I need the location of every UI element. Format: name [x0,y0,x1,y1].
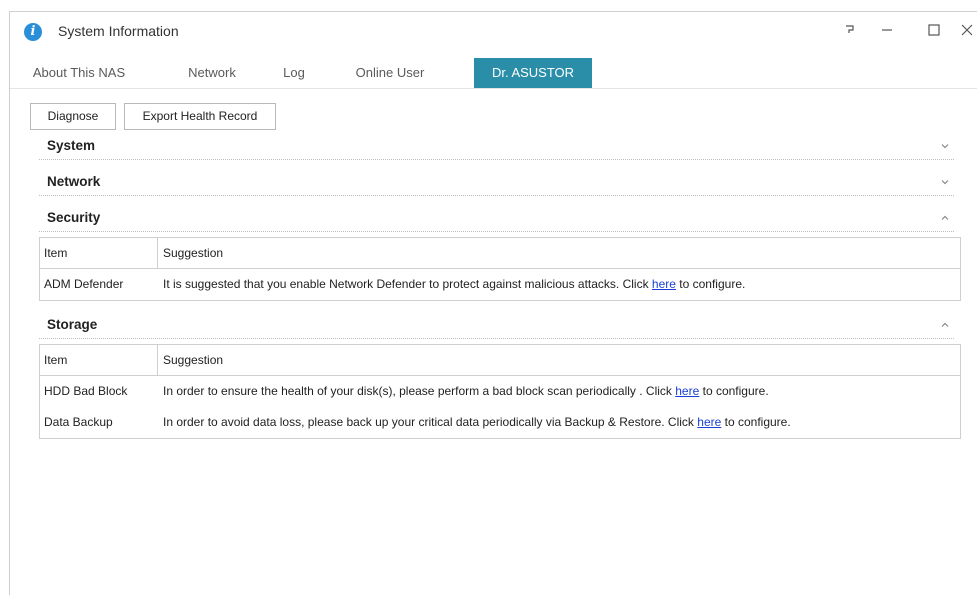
chevron-down-icon [941,144,949,149]
section-storage-header[interactable]: Storage [39,315,954,339]
tab-network[interactable]: Network [174,58,250,88]
table-row: Data Backup In order to avoid data loss,… [40,407,960,438]
table-header-row: Item Suggestion [40,238,960,269]
tab-bar: About This NAS Network Log Online User D… [10,58,977,88]
row-suggestion: It is suggested that you enable Network … [158,269,960,300]
tab-online-user[interactable]: Online User [347,58,433,88]
suggestion-text-end: to configure. [699,384,769,398]
column-header-item: Item [40,345,158,375]
section-network-header[interactable]: Network [39,172,954,196]
tab-divider [10,88,977,89]
table-header-row: Item Suggestion [40,345,960,376]
section-title: System [47,138,96,153]
close-icon[interactable] [954,18,977,42]
section-security-header[interactable]: Security [39,208,954,232]
minimize-icon[interactable] [874,18,900,42]
configure-link[interactable]: here [675,384,699,398]
chevron-up-icon [941,322,949,327]
row-suggestion: In order to avoid data loss, please back… [158,407,960,438]
chevron-down-icon [941,180,949,185]
tab-dr-asustor[interactable]: Dr. ASUSTOR [474,58,592,88]
section-title: Storage [47,317,98,332]
row-item: ADM Defender [44,277,124,291]
suggestion-text: It is suggested that you enable Network … [163,277,652,291]
row-suggestion: In order to ensure the health of your di… [158,376,960,407]
table-row: ADM Defender It is suggested that you en… [40,269,960,300]
column-header-suggestion: Suggestion [163,353,224,367]
section-system-header[interactable]: System [39,136,954,160]
system-information-window: i System Information About This NAS Netw… [9,11,977,595]
window-title: System Information [58,23,179,39]
row-item: Data Backup [44,415,113,429]
suggestion-text-end: to configure. [675,277,746,291]
section-title: Security [47,210,101,225]
security-table: Item Suggestion ADM Defender It is sugge… [39,237,961,301]
help-icon[interactable] [837,18,863,42]
suggestion-text-end: to configure. [721,415,791,429]
export-health-record-button[interactable]: Export Health Record [124,103,276,130]
diagnose-button[interactable]: Diagnose [30,103,116,130]
chevron-up-icon [941,215,949,220]
title-bar: i System Information [10,12,977,52]
table-row: HDD Bad Block In order to ensure the hea… [40,376,960,407]
tab-about-this-nas[interactable]: About This NAS [28,58,130,88]
storage-table: Item Suggestion HDD Bad Block In order t… [39,344,961,439]
configure-link[interactable]: here [697,415,721,429]
tab-log[interactable]: Log [274,58,314,88]
suggestion-text: In order to avoid data loss, please back… [163,415,698,429]
info-icon: i [24,23,42,41]
configure-link[interactable]: here [652,277,676,291]
column-header-item: Item [40,238,158,268]
maximize-icon[interactable] [921,18,947,42]
row-item: HDD Bad Block [44,384,128,398]
column-header-suggestion: Suggestion [163,246,224,260]
section-title: Network [47,174,101,189]
suggestion-text: In order to ensure the health of your di… [163,384,676,398]
